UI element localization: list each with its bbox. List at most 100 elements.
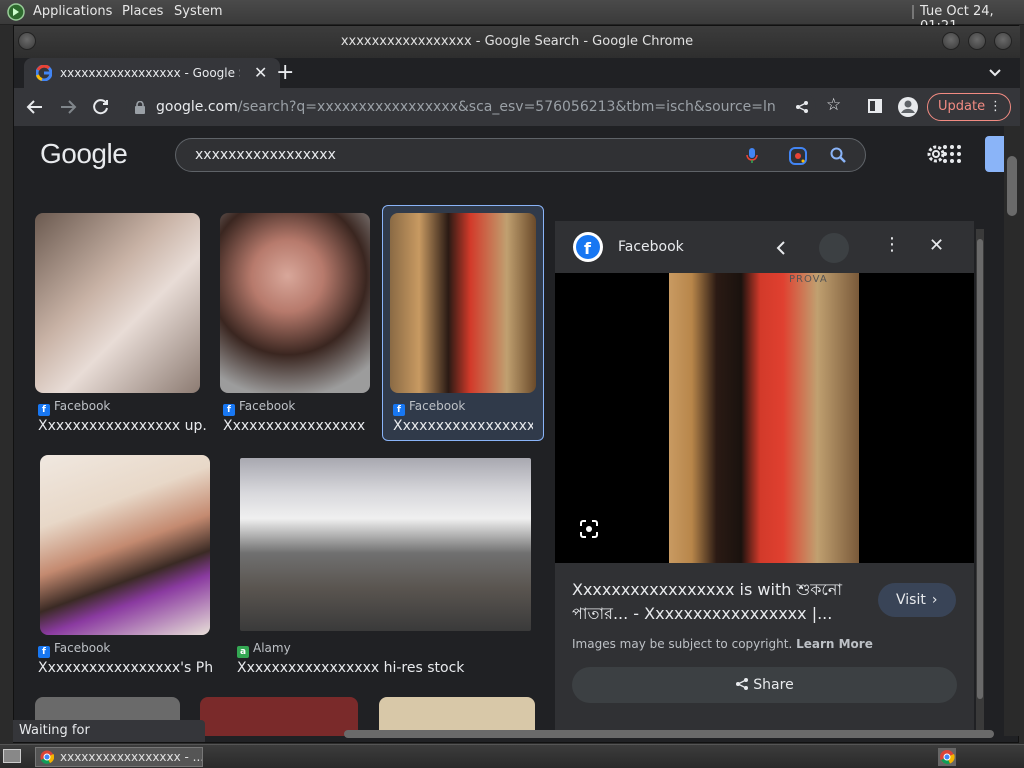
maximize-button[interactable] xyxy=(968,32,986,50)
window-title: xxxxxxxxxxxxxxxxx - Google Search - Goog… xyxy=(340,34,694,49)
visit-button[interactable]: Visit › xyxy=(878,583,956,617)
result-title-3[interactable]: Xxxxxxxxxxxxxxxxx ... xyxy=(393,418,533,434)
result-source-5[interactable]: a Alamy xyxy=(237,641,291,658)
window-menu-button[interactable] xyxy=(18,32,36,50)
tab-search-chevron-icon[interactable] xyxy=(988,68,1002,78)
result-image-3[interactable] xyxy=(390,213,536,393)
image-watermark: PROVA xyxy=(789,274,828,285)
url-text: google.com/search?q=xxxxxxxxxxxxxxxxx&sc… xyxy=(156,92,776,122)
bookmark-star-icon[interactable]: ☆ xyxy=(826,95,841,115)
copyright-text: Images may be subject to copyright. xyxy=(572,637,793,651)
menu-applications[interactable]: Applications xyxy=(33,4,112,19)
source-label: Facebook xyxy=(54,641,111,655)
forward-icon[interactable] xyxy=(59,98,77,116)
menu-places[interactable]: Places xyxy=(122,4,163,19)
google-apps-icon[interactable] xyxy=(942,144,962,164)
result-image-2[interactable] xyxy=(220,213,370,393)
result-source-4[interactable]: f Facebook xyxy=(38,641,110,658)
url-domain: google.com xyxy=(156,99,238,115)
new-tab-icon[interactable]: + xyxy=(276,60,294,85)
update-label: Update xyxy=(938,99,986,114)
browser-toolbar: google.com/search?q=xxxxxxxxxxxxxxxxx&sc… xyxy=(14,88,1020,126)
vertical-scroll-thumb[interactable] xyxy=(1007,156,1017,216)
search-query[interactable]: xxxxxxxxxxxxxxxxx xyxy=(195,139,336,171)
result-title-2[interactable]: Xxxxxxxxxxxxxxxxx ... xyxy=(223,418,365,434)
result-image-5[interactable] xyxy=(240,458,531,631)
result-image-1[interactable] xyxy=(35,213,200,393)
result-title-1[interactable]: Xxxxxxxxxxxxxxxxx up... xyxy=(38,418,208,434)
back-icon[interactable] xyxy=(26,98,44,116)
google-favicon-icon xyxy=(36,65,52,81)
show-desktop-icon[interactable] xyxy=(3,749,21,763)
result-source-1[interactable]: f Facebook xyxy=(38,399,110,416)
google-logo[interactable]: Google xyxy=(40,138,128,170)
visit-label: Visit xyxy=(896,592,926,608)
tray-chrome-icon[interactable] xyxy=(938,748,956,766)
lock-icon[interactable] xyxy=(134,101,146,114)
preview-image-frame: PROVA xyxy=(555,273,974,563)
facebook-logo-icon[interactable]: f xyxy=(572,231,604,263)
chevron-right-icon: › xyxy=(931,592,938,608)
result-image-7[interactable] xyxy=(200,697,358,736)
sign-in-button[interactable] xyxy=(985,136,1004,172)
os-taskbar: xxxxxxxxxxxxxxxxx - ... xyxy=(0,744,1024,768)
svg-text:f: f xyxy=(584,239,592,258)
facebook-icon: f xyxy=(223,404,235,416)
panel-separator xyxy=(912,5,914,19)
url-path: /search?q=xxxxxxxxxxxxxxxxx&sca_esv=5760… xyxy=(237,99,776,115)
search-submit-icon[interactable] xyxy=(830,147,846,163)
search-box[interactable]: xxxxxxxxxxxxxxxxx xyxy=(175,138,866,172)
update-button[interactable]: Update ⋮ xyxy=(927,93,1011,121)
result-card-3-selected[interactable]: f Facebook Xxxxxxxxxxxxxxxxx ... xyxy=(382,205,544,441)
previous-image-icon[interactable] xyxy=(776,240,786,256)
tab-strip: xxxxxxxxxxxxxxxxx - Google Se ✕ + xyxy=(14,58,1020,88)
gnome-logo-icon[interactable] xyxy=(6,3,26,21)
preview-image[interactable] xyxy=(669,273,859,563)
voice-search-icon[interactable] xyxy=(745,147,759,165)
more-options-icon[interactable]: ⋮ xyxy=(883,234,901,255)
share-page-icon[interactable] xyxy=(795,100,809,114)
lens-search-icon[interactable] xyxy=(788,146,808,166)
facebook-icon: f xyxy=(393,404,405,416)
close-tab-icon[interactable]: ✕ xyxy=(254,63,267,82)
result-title-4[interactable]: Xxxxxxxxxxxxxxxxx's Pho... xyxy=(38,660,213,676)
status-bubble: Waiting for www.google.com... xyxy=(13,720,205,760)
preview-scrollbar[interactable] xyxy=(976,229,984,735)
side-panel-icon[interactable] xyxy=(868,99,882,113)
chrome-icon xyxy=(40,750,54,764)
tab-google-search[interactable]: xxxxxxxxxxxxxxxxx - Google Se ✕ xyxy=(24,58,280,88)
result-image-4[interactable] xyxy=(40,455,210,635)
next-image-button[interactable] xyxy=(819,233,849,263)
close-preview-icon[interactable]: ✕ xyxy=(929,235,944,256)
source-label: Alamy xyxy=(253,641,291,655)
preview-source[interactable]: Facebook xyxy=(618,239,684,255)
result-source-2[interactable]: f Facebook xyxy=(223,399,295,416)
facebook-icon: f xyxy=(38,646,50,658)
share-button[interactable]: Share xyxy=(572,667,957,703)
reload-icon[interactable] xyxy=(92,98,110,116)
chrome-menu-icon[interactable]: ⋮ xyxy=(989,94,1002,120)
menu-system[interactable]: System xyxy=(174,4,222,19)
page-vertical-scrollbar[interactable] xyxy=(1004,126,1020,736)
window-titlebar[interactable]: xxxxxxxxxxxxxxxxx - Google Search - Goog… xyxy=(14,26,1020,58)
preview-scroll-thumb[interactable] xyxy=(977,239,983,699)
source-label: Facebook xyxy=(54,399,111,413)
lens-icon[interactable] xyxy=(579,519,599,539)
address-bar[interactable]: google.com/search?q=xxxxxxxxxxxxxxxxx&sc… xyxy=(126,92,816,122)
result-title-5[interactable]: Xxxxxxxxxxxxxxxxx hi-res stock ... xyxy=(237,660,467,676)
os-top-panel: Applications Places System Tue Oct 24, 0… xyxy=(0,0,1024,34)
source-label: Facebook xyxy=(239,399,296,413)
horizontal-scroll-thumb[interactable] xyxy=(344,730,994,738)
image-preview-panel: f Facebook ⋮ ✕ PROVA Xxxxxxxxxxxxxxxxx i… xyxy=(555,221,984,736)
profile-avatar-icon[interactable] xyxy=(897,96,919,118)
source-label: Facebook xyxy=(409,399,466,413)
preview-title[interactable]: Xxxxxxxxxxxxxxxxx is with শুকনো পাতার...… xyxy=(572,578,862,626)
result-source-3[interactable]: f Facebook xyxy=(393,399,465,416)
alamy-icon: a xyxy=(237,646,249,658)
chrome-window: xxxxxxxxxxxxxxxxx - Google Search - Goog… xyxy=(13,25,1020,743)
share-icon xyxy=(735,669,749,705)
close-window-button[interactable] xyxy=(994,32,1012,50)
minimize-button[interactable] xyxy=(942,32,960,50)
learn-more-link[interactable]: Learn More xyxy=(796,637,873,651)
taskbar-chrome-window[interactable]: xxxxxxxxxxxxxxxxx - ... xyxy=(35,747,203,767)
